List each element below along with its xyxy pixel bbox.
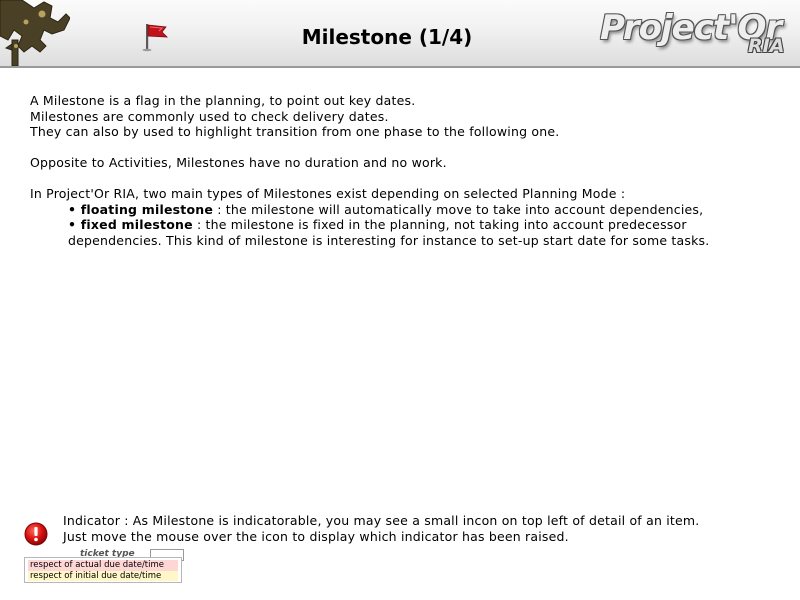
bullet-term: floating milestone — [80, 201, 214, 217]
bullet-text: : the milestone will automatically move … — [213, 201, 704, 217]
bullet-term: fixed milestone — [80, 217, 193, 232]
tooltip-line-actual-due: respect of actual due date/time — [28, 560, 178, 571]
brand-logo: Project'Or RIA — [598, 4, 798, 64]
brand-logo-sub-text: RIA — [748, 35, 785, 57]
header: Milestone (1/4) Project'Or RIA — [0, 0, 800, 68]
indicator-explanation: Indicator : As Milestone is indicatorabl… — [63, 513, 783, 545]
activities-comparison: Opposite to Activities, Milestones have … — [30, 155, 447, 170]
content-text: A Milestone is a flag in the planning, t… — [30, 93, 770, 248]
intro-line-1: A Milestone is a flag in the planning, t… — [30, 93, 416, 108]
indicator-line-2: Just move the mouse over the icon to dis… — [63, 529, 569, 544]
page: Milestone (1/4) Project'Or RIA A Milesto… — [0, 0, 800, 600]
exclamation-icon[interactable] — [24, 522, 48, 546]
bullet-floating-milestone: • floating milestone : the milestone wil… — [68, 201, 704, 217]
indicator-tooltip: respect of actual due date/time respect … — [24, 557, 182, 583]
indicator-line-1: Indicator : As Milestone is indicatorabl… — [63, 513, 700, 528]
bullet-fixed-milestone: • fixed milestone : the milestone is fix… — [68, 217, 710, 248]
intro-line-3: They can also by used to highlight trans… — [30, 124, 560, 139]
intro-line-2: Milestones are commonly used to check de… — [30, 108, 389, 124]
tooltip-line-initial-due: respect of initial due date/time — [28, 570, 178, 581]
milestone-types-intro: In Project'Or RIA, two main types of Mil… — [30, 186, 626, 201]
